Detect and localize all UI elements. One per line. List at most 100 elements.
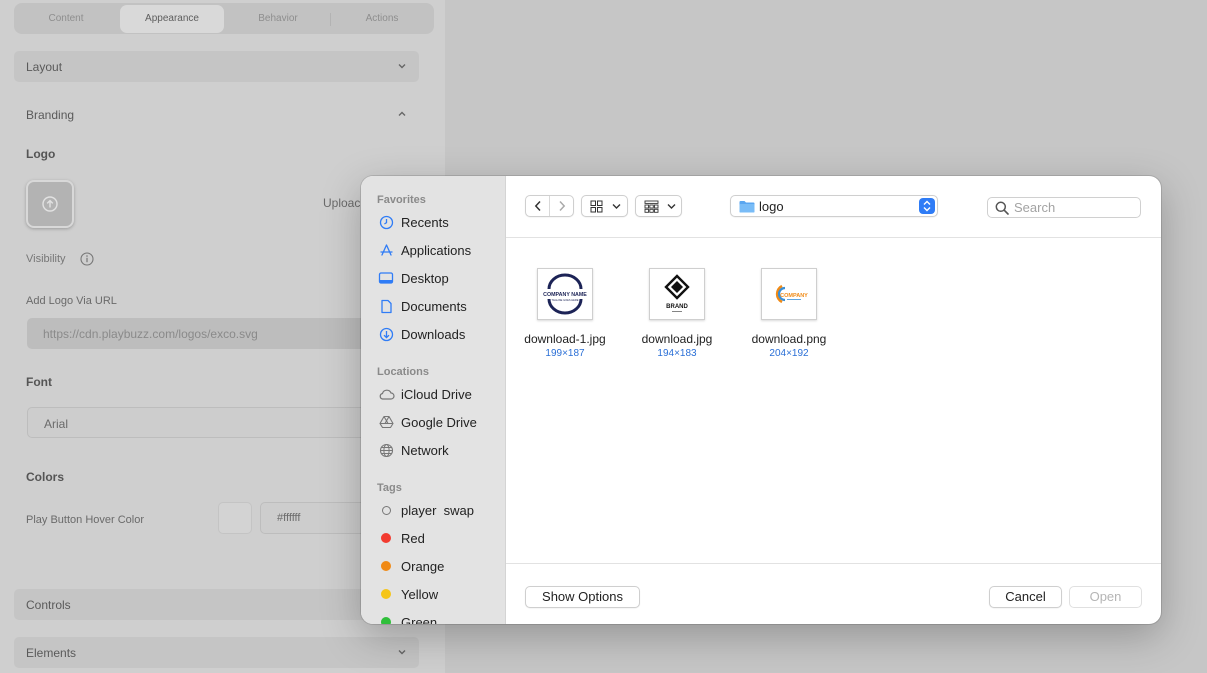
file-name: download.png [751,332,827,346]
search-field[interactable] [987,197,1141,218]
file-thumbnail: BRAND [649,268,705,320]
hover-color-swatch[interactable] [218,502,252,534]
globe-icon [377,441,395,459]
chevron-down-icon [398,650,406,655]
thumb-tagline: TAGLINE GOES HERE [551,298,578,302]
grid-view-icon [590,200,603,213]
clock-icon [377,213,395,231]
file-item-download-1-jpg[interactable]: COMPANY NAME TAGLINE GOES HERE download-… [505,268,625,359]
sidebar-item-label: Orange [401,558,445,574]
tags-heading: Tags [377,482,402,494]
logo-url-placeholder: https://cdn.playbuzz.com/logos/exco.svg [43,327,258,341]
sidebar-item-icloud-drive[interactable]: iCloud Drive [377,383,502,405]
upload-icon [42,196,58,212]
hover-color-label: Play Button Hover Color [26,514,144,526]
tag-green-icon [377,613,395,624]
cancel-button[interactable]: Cancel [989,586,1062,608]
google-drive-icon [377,413,395,431]
sidebar-item-label: Desktop [401,270,449,286]
tag-yellow-icon [377,585,395,603]
sidebar-item-label: Green [401,614,438,625]
folder-icon [739,201,755,213]
section-layout-label: Layout [26,60,63,74]
sidebar-item-label: Network [401,442,449,458]
back-button[interactable] [526,196,549,216]
sidebar-tag-red[interactable]: Red [377,527,502,549]
cloud-icon [377,385,395,403]
chevron-up-icon [398,111,406,116]
forward-button[interactable] [549,196,573,216]
font-select[interactable]: Arial [27,407,407,438]
file-item-download-jpg[interactable]: BRAND download.jpg 194×183 [617,268,737,359]
group-by-button[interactable] [635,195,682,217]
thumb-company-name: COMPANY NAME [543,292,587,298]
font-label: Font [26,375,52,389]
desktop-icon [377,269,395,287]
chevron-down-icon [667,204,676,209]
up-down-stepper-icon [919,198,935,214]
sidebar-item-recents[interactable]: Recents [377,211,502,233]
tag-orange-icon [377,557,395,575]
tag-red-icon [377,529,395,547]
dialog-main: logo COMPANY NAME TAGLINE GOES HERE [506,176,1161,624]
download-icon [377,325,395,343]
file-dimensions: 194×183 [657,348,697,359]
section-controls[interactable]: Controls [14,589,419,620]
chevron-right-icon [558,200,565,212]
show-options-button[interactable]: Show Options [525,586,640,608]
visibility-label: Visibility [26,253,66,265]
file-open-dialog: Favorites Recents Applications Desktop D… [361,176,1161,624]
favorites-heading: Favorites [377,194,426,206]
section-branding-label: Branding [26,108,75,122]
section-branding[interactable]: Branding [14,99,419,130]
logo-url-input[interactable]: https://cdn.playbuzz.com/logos/exco.svg [27,318,407,349]
sidebar-tag-orange[interactable]: Orange [377,555,502,577]
url-label: Add Logo Via URL [26,295,117,307]
sidebar-item-label: player swap [401,502,474,518]
folder-location-select[interactable]: logo [730,195,938,217]
tag-hollow-icon [377,501,395,519]
file-dimensions: 199×187 [545,348,585,359]
tab-content[interactable]: Content [14,5,118,33]
sidebar-item-network[interactable]: Network [377,439,502,461]
open-button[interactable]: Open [1069,586,1142,608]
thumb-company: COMPANY [780,293,808,299]
sidebar-item-label: Documents [401,298,467,314]
sidebar-item-applications[interactable]: Applications [377,239,502,261]
file-thumbnail: COMPANY [761,268,817,320]
info-icon[interactable] [80,252,94,266]
logo-upload-button[interactable] [26,180,74,228]
sidebar-item-documents[interactable]: Documents [377,295,502,317]
chevron-left-icon [534,200,541,212]
section-elements[interactable]: Elements [14,637,419,668]
sidebar-item-label: Recents [401,214,449,230]
sidebar-item-label: iCloud Drive [401,386,472,402]
sidebar-item-google-drive[interactable]: Google Drive [377,411,502,433]
settings-tabs: Content Appearance Behavior Actions [14,3,434,34]
sidebar-item-desktop[interactable]: Desktop [377,267,502,289]
tab-appearance[interactable]: Appearance [120,4,224,33]
document-icon [377,297,395,315]
tab-actions[interactable]: Actions [330,5,434,33]
sidebar-item-label: Red [401,530,425,546]
sidebar-tag-player-swap[interactable]: player swap [377,499,502,521]
sidebar-item-label: Downloads [401,326,466,342]
view-mode-button[interactable] [581,195,628,217]
group-icon [644,200,659,213]
tab-behavior[interactable]: Behavior [226,5,330,33]
search-input[interactable] [1014,199,1134,216]
sidebar-item-downloads[interactable]: Downloads [377,323,502,345]
dialog-footer: Show Options Cancel Open [506,563,1161,624]
colors-label: Colors [26,470,65,484]
section-elements-label: Elements [26,646,77,660]
file-item-download-png[interactable]: COMPANY download.png 204×192 [729,268,849,359]
sidebar-tag-yellow[interactable]: Yellow [377,583,502,605]
section-layout[interactable]: Layout [14,51,419,82]
logo-label: Logo [26,147,56,161]
chevron-down-icon [398,64,406,69]
search-icon [995,201,1009,215]
hover-color-value: #ffffff [277,512,301,524]
sidebar-tag-green[interactable]: Green [377,611,502,624]
sidebar-item-label: Google Drive [401,414,477,430]
thumb-brand: BRAND [666,304,688,310]
